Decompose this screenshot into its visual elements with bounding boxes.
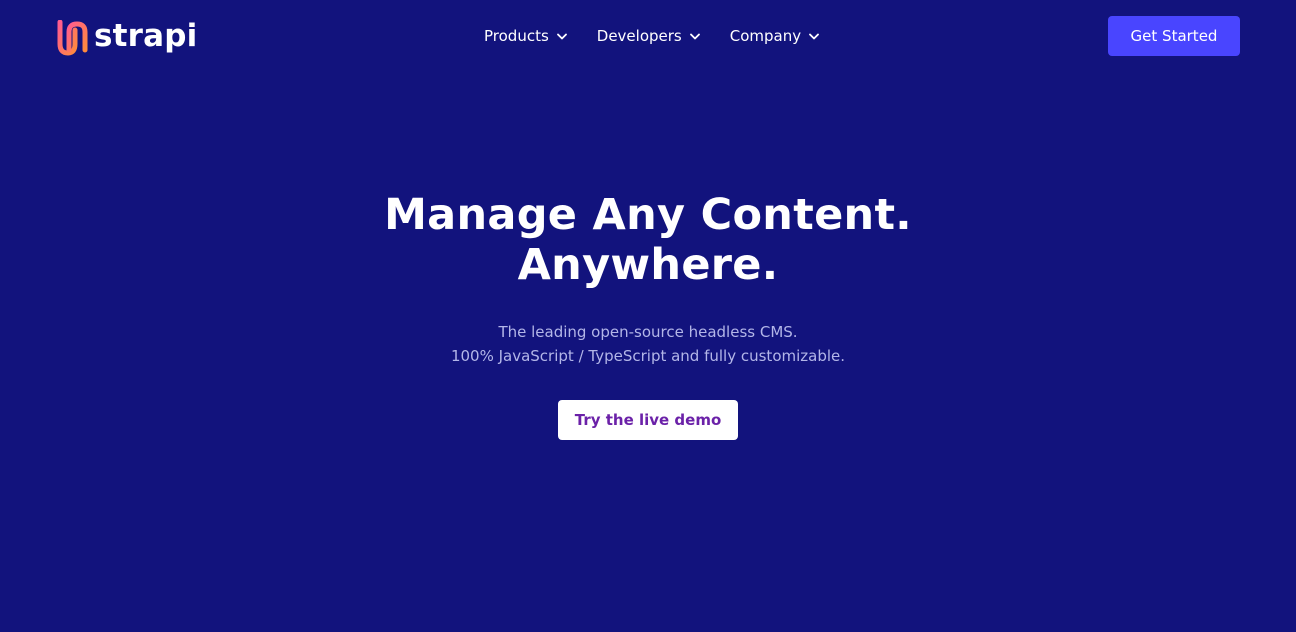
nav-item-label: Company <box>729 27 802 45</box>
hero-title: Manage Any Content. Anywhere. <box>0 190 1296 290</box>
hero-subtitle: The leading open-source headless CMS. 10… <box>0 320 1296 368</box>
site-header: strapi Products Developers Company Get S… <box>0 0 1296 72</box>
landing-page: strapi Products Developers Company Get S… <box>0 0 1296 632</box>
brand-name: strapi <box>94 17 198 54</box>
get-started-button[interactable]: Get Started <box>1108 16 1240 56</box>
hero-subtitle-line-2: 100% JavaScript / TypeScript and fully c… <box>450 347 846 365</box>
nav-item-company[interactable]: Company <box>729 27 820 45</box>
hero-subtitle-line-1: The leading open-source headless CMS. <box>498 323 798 341</box>
nav-item-products[interactable]: Products <box>484 27 567 45</box>
strapi-logo[interactable]: strapi <box>56 18 198 58</box>
hero-title-line-1: Manage Any Content. <box>384 190 912 240</box>
nav-item-label: Developers <box>596 27 682 45</box>
chevron-down-icon <box>556 33 567 40</box>
chevron-down-icon <box>689 33 700 40</box>
nav-item-label: Products <box>484 27 549 45</box>
chevron-down-icon <box>809 33 820 40</box>
main-nav: Products Developers Company <box>484 22 820 50</box>
hero-title-line-2: Anywhere. <box>517 240 779 290</box>
live-demo-button[interactable]: Try the live demo <box>558 400 738 440</box>
strapi-logo-icon <box>56 20 90 56</box>
nav-item-developers[interactable]: Developers <box>597 27 700 45</box>
